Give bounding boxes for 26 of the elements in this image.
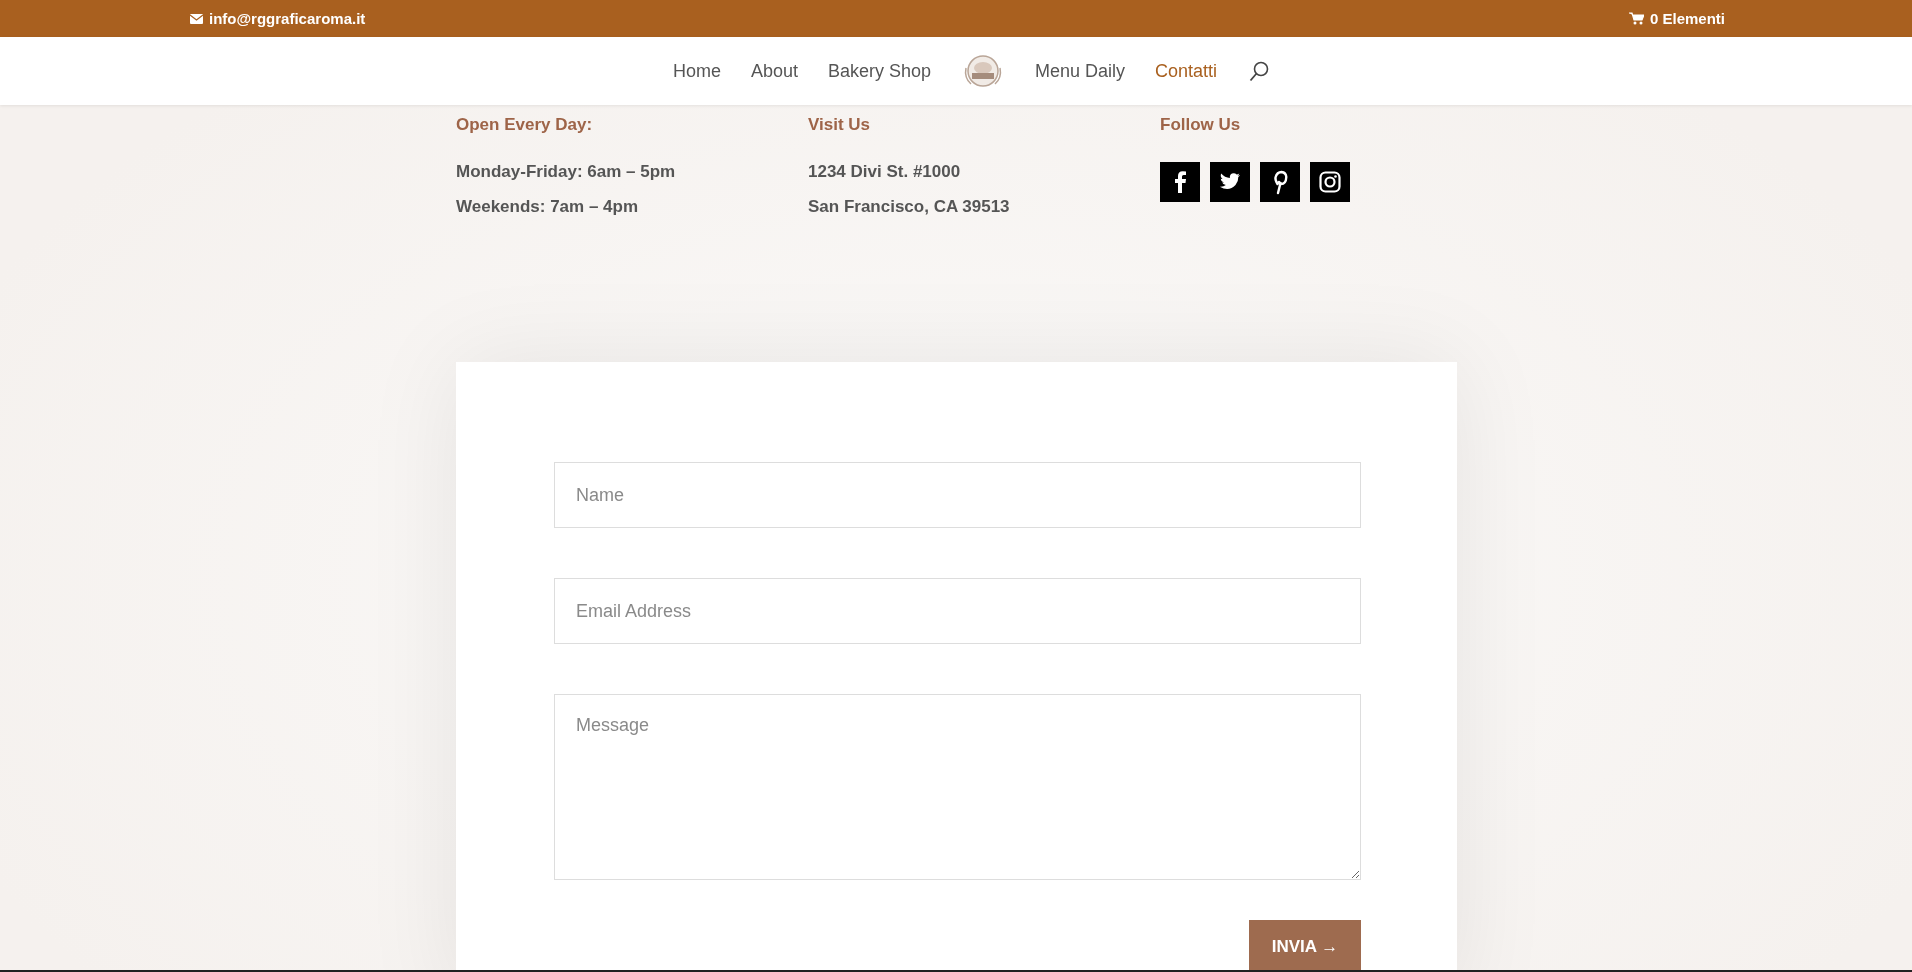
email-link[interactable]: info@rggraficaroma.it: [190, 10, 366, 27]
nav-link[interactable]: Home: [672, 60, 721, 82]
pinterest-icon[interactable]: [1260, 162, 1300, 202]
nav-link[interactable]: Bakery Shop: [827, 60, 931, 82]
cart-link[interactable]: 0 Elementi: [1628, 10, 1725, 27]
search-icon[interactable]: [1249, 60, 1270, 82]
column-heading: Visit Us: [808, 115, 872, 135]
twitter-icon[interactable]: [1210, 162, 1250, 202]
cart-icon: [1628, 12, 1644, 25]
info-text: Weekends: 7am – 4pm: [456, 197, 640, 217]
instagram-icon[interactable]: [1310, 162, 1350, 202]
input-field[interactable]: Name: [554, 462, 1361, 528]
submit-button[interactable]: INVIA →: [1249, 920, 1361, 970]
info-text: 1234 Divi St. #1000: [808, 162, 962, 182]
bakery-logo[interactable]: [963, 54, 1003, 88]
facebook-icon[interactable]: [1160, 162, 1200, 202]
envelope-icon: [190, 13, 203, 24]
nav-link[interactable]: Contatti: [1155, 60, 1218, 82]
info-text: San Francisco, CA 39513: [808, 197, 1011, 217]
column-heading: Open Every Day:: [456, 115, 594, 135]
input-field[interactable]: Email Address: [554, 578, 1361, 644]
nav-link[interactable]: Menu Daily: [1035, 60, 1126, 82]
column-heading: Follow Us: [1160, 115, 1242, 135]
message-field[interactable]: Message: [554, 694, 1361, 880]
nav-link[interactable]: About: [750, 60, 798, 82]
info-text: Monday-Friday: 6am – 5pm: [456, 162, 677, 182]
